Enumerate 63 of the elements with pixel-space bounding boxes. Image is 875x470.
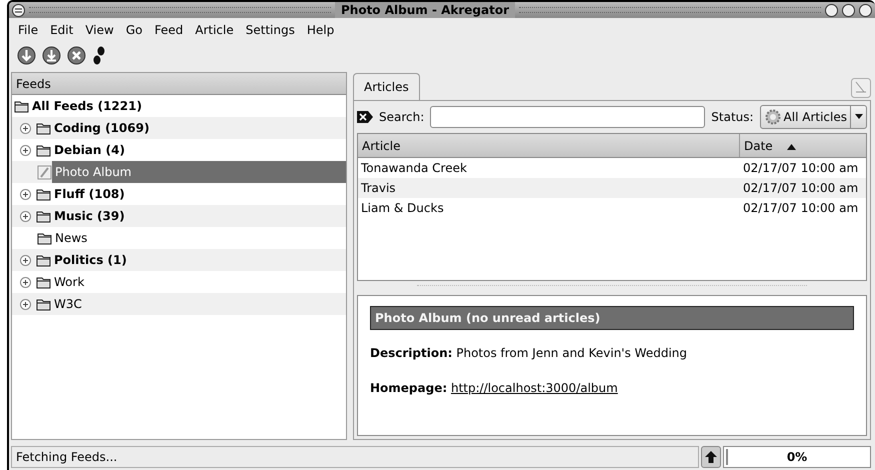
status-label: Status:	[711, 109, 754, 126]
folder-icon	[14, 98, 29, 114]
tree-item[interactable]: All Feeds (1221)	[29, 95, 346, 117]
folder-icon	[36, 208, 51, 224]
status-text: Fetching Feeds...	[11, 446, 699, 468]
window-menu-icon[interactable]	[12, 4, 25, 16]
folder-icon	[36, 120, 51, 136]
menu-item[interactable]: Go	[120, 21, 148, 39]
expand-icon[interactable]	[20, 210, 31, 222]
caret-icon	[854, 114, 862, 120]
status-dropdown[interactable]: All Articles	[760, 105, 867, 129]
expand-icon[interactable]	[20, 276, 31, 288]
expand-icon[interactable]	[20, 188, 31, 200]
menu-item[interactable]: Article	[190, 21, 239, 39]
table-cell[interactable]: Travis	[358, 178, 740, 198]
download-icon[interactable]	[42, 46, 61, 64]
window-title: Photo Album - Akregator	[334, 2, 516, 18]
table-cell-text: 02/17/07 10:00 am	[742, 200, 860, 217]
column-header[interactable]: Date	[740, 134, 866, 157]
expand-icon[interactable]	[20, 254, 31, 266]
menu-item[interactable]: Feed	[149, 21, 188, 39]
column-header: Feeds	[12, 73, 346, 95]
feed-icon	[37, 164, 52, 180]
table-cell-text: 02/17/07 10:00 am	[742, 160, 860, 177]
column-header[interactable]: Article	[358, 134, 740, 157]
expand-icon[interactable]	[20, 122, 31, 134]
search-label: Search:	[379, 109, 424, 126]
tab[interactable]: Articles	[353, 73, 420, 100]
search-field[interactable]	[430, 106, 706, 128]
minimize-button[interactable]	[825, 4, 838, 16]
folder-icon	[36, 252, 51, 268]
expand-icon[interactable]	[20, 144, 31, 156]
footprints-icon[interactable]	[92, 46, 106, 64]
menu-item[interactable]: View	[80, 21, 119, 39]
folder-icon	[36, 186, 51, 202]
menu-item[interactable]: Help	[302, 21, 340, 39]
table-cell-text: 02/17/07 10:00 am	[742, 180, 860, 197]
tree-item[interactable]: Photo Album	[52, 161, 346, 183]
folder-icon	[36, 274, 51, 290]
folder-icon	[36, 142, 51, 158]
table-cell[interactable]: Tonawanda Creek	[358, 158, 740, 178]
folder-icon	[37, 230, 52, 246]
tree-item[interactable]: News	[52, 227, 346, 249]
homepage-label: Homepage:	[370, 381, 448, 395]
tree-item[interactable]: Fluff (108)	[51, 183, 346, 205]
close-button[interactable]	[859, 4, 872, 16]
tree-item[interactable]: Debian (4)	[51, 139, 346, 161]
homepage-link[interactable]: http://localhost:3000/album	[450, 381, 618, 395]
description-text: Description: Photos from Jenn and Kevin's Wedding	[370, 345, 688, 362]
expand-icon[interactable]	[20, 298, 31, 310]
gear-icon	[764, 109, 781, 125]
stop-icon[interactable]	[67, 46, 86, 64]
tree-item[interactable]: Work	[51, 271, 346, 293]
table-cell[interactable]: Liam & Ducks	[358, 198, 740, 218]
clear-icon[interactable]	[357, 111, 373, 123]
maximize-button[interactable]	[842, 4, 855, 16]
folder-icon	[36, 296, 51, 312]
progress-reading: 0%	[786, 449, 808, 466]
up-arrow-icon[interactable]	[705, 451, 717, 463]
menu-item[interactable]: File	[13, 21, 44, 39]
menu-item[interactable]: Settings	[240, 21, 300, 39]
menu-item[interactable]: Edit	[45, 21, 78, 39]
preview-header: Photo Album (no unread articles)	[370, 306, 854, 330]
